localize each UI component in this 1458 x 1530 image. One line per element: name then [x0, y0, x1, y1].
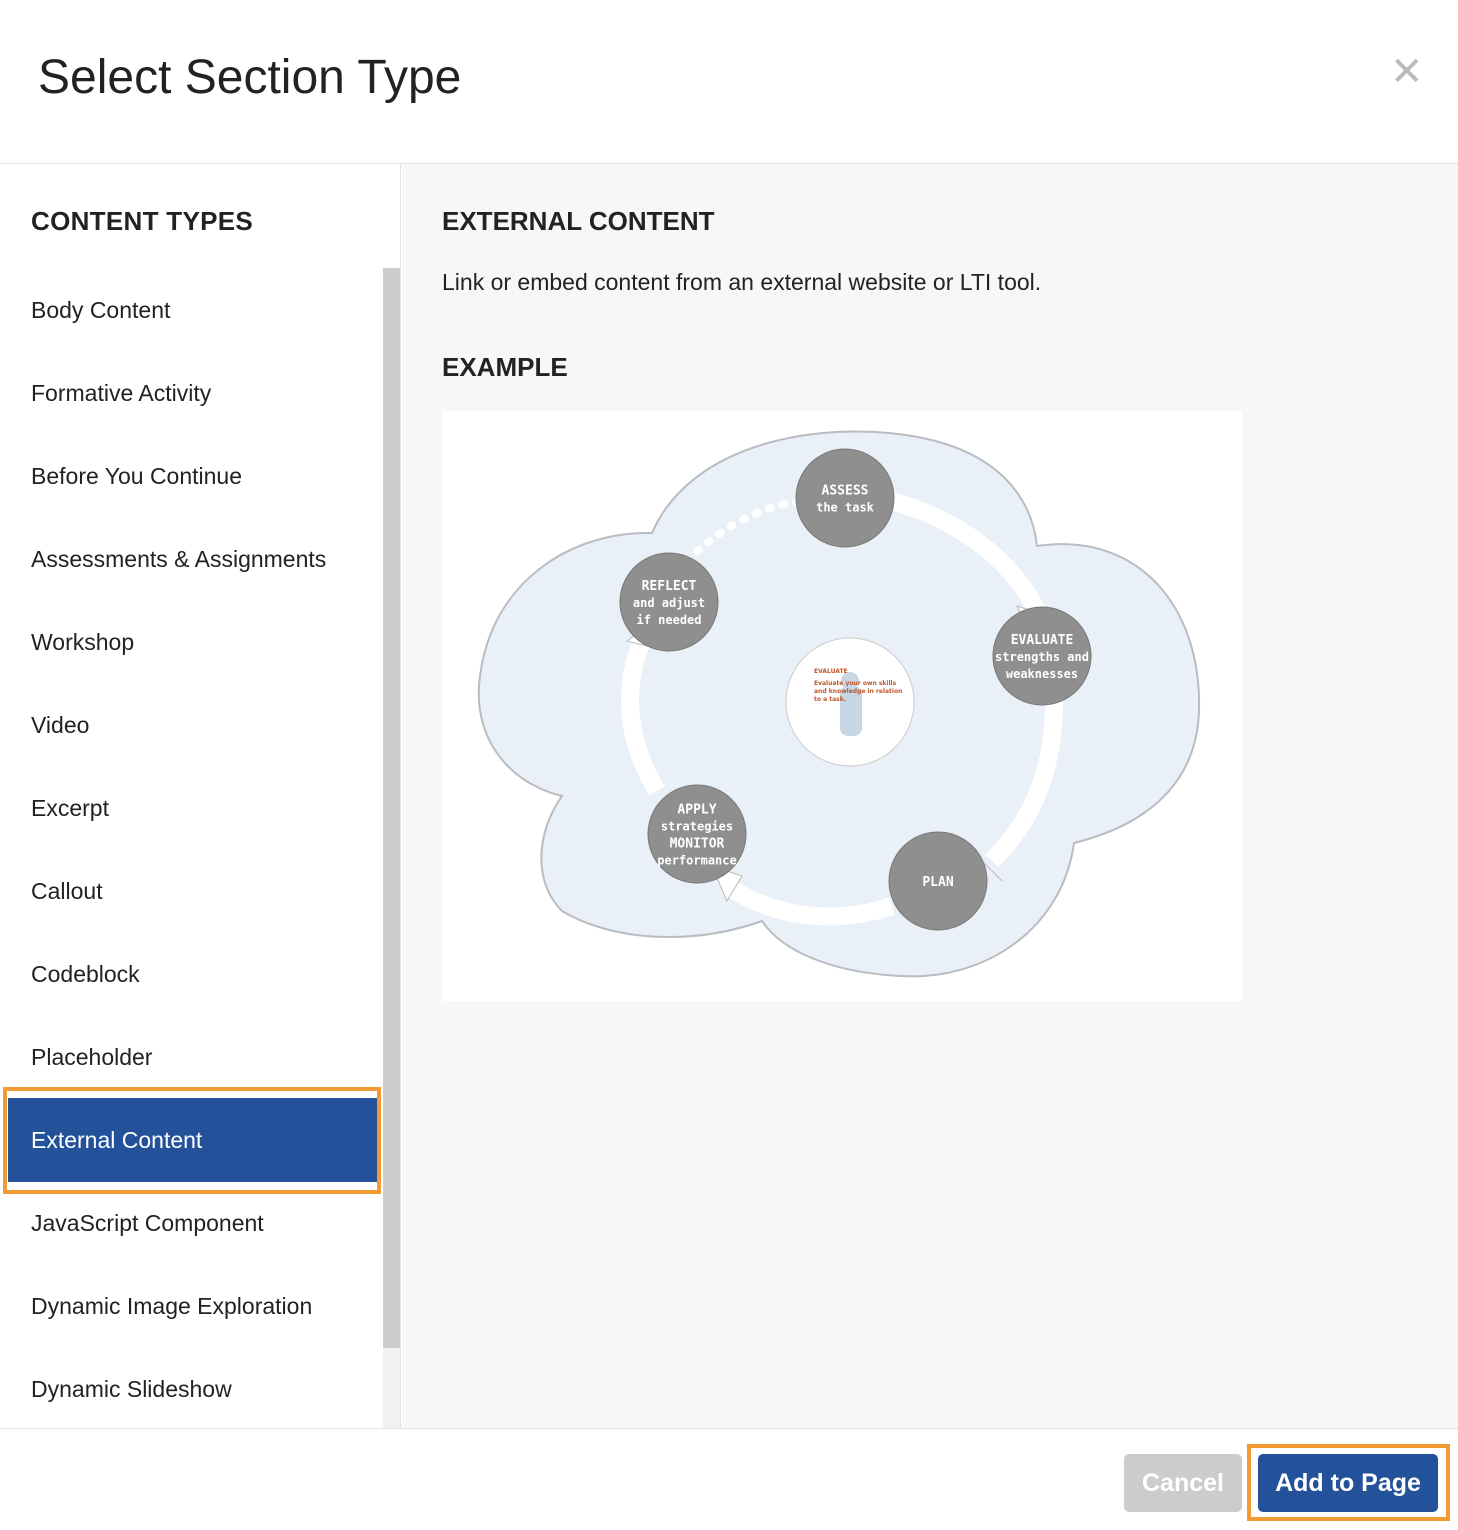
content-type-dynamic-image-exploration[interactable]: Dynamic Image Exploration — [8, 1264, 380, 1348]
content-type-external-content[interactable]: External Content — [8, 1098, 380, 1182]
content-type-video[interactable]: Video — [8, 683, 380, 767]
example-heading: EXAMPLE — [442, 352, 568, 382]
dialog-footer: Cancel Add to Page — [0, 1428, 1458, 1530]
node-label: REFLECT — [642, 579, 697, 594]
content-type-excerpt[interactable]: Excerpt — [8, 766, 380, 850]
node-label: strategies — [661, 820, 733, 834]
content-type-workshop[interactable]: Workshop — [8, 600, 380, 684]
node-label: performance — [657, 854, 736, 868]
example-image: EVALUATE Evaluate your own skills and know… — [442, 411, 1242, 1001]
content-types-panel: CONTENT TYPES Body Content Formative Acti… — [0, 164, 401, 1428]
detail-panel: EXTERNAL CONTENT Link or embed content f… — [402, 164, 1458, 1428]
center-label: EVALUATE — [814, 668, 848, 675]
node-label: strengths and — [995, 650, 1089, 664]
detail-description: Link or embed content from an external w… — [442, 269, 1042, 295]
cancel-button[interactable]: Cancel — [1124, 1454, 1242, 1512]
center-label: to a task. — [814, 696, 846, 703]
content-type-javascript-component[interactable]: JavaScript Component — [8, 1181, 380, 1265]
node-label: and adjust — [633, 596, 705, 610]
add-to-page-button[interactable]: Add to Page — [1258, 1454, 1438, 1512]
content-type-body-content[interactable]: Body Content — [8, 268, 380, 352]
content-types-heading: CONTENT TYPES — [31, 206, 254, 236]
dialog-header: Select Section Type ✕ — [0, 0, 1458, 164]
center-label: Evaluate your own skills — [814, 680, 897, 687]
node-label: ASSESS — [822, 484, 869, 499]
node-label: the task — [816, 501, 875, 515]
content-type-formative-activity[interactable]: Formative Activity — [8, 351, 380, 435]
detail-heading: EXTERNAL CONTENT — [442, 206, 715, 236]
content-type-codeblock[interactable]: Codeblock — [8, 932, 380, 1016]
content-type-placeholder[interactable]: Placeholder — [8, 1015, 380, 1099]
content-type-callout[interactable]: Callout — [8, 849, 380, 933]
node-label: MONITOR — [670, 837, 725, 852]
center-label: and knowledge in relation — [814, 688, 902, 695]
content-type-assessments-assignments[interactable]: Assessments & Assignments — [8, 517, 380, 601]
node-label: APPLY — [677, 803, 716, 818]
node-label: EVALUATE — [1011, 633, 1074, 648]
scrollbar-thumb[interactable] — [383, 268, 400, 1348]
content-type-dynamic-slideshow[interactable]: Dynamic Slideshow — [8, 1347, 380, 1428]
content-type-before-you-continue[interactable]: Before You Continue — [8, 434, 380, 518]
node-label: PLAN — [922, 875, 953, 890]
node-label: weaknesses — [1006, 667, 1078, 681]
dialog-title: Select Section Type — [38, 51, 462, 104]
node-apply — [647, 784, 747, 884]
close-icon[interactable]: ✕ — [1390, 52, 1424, 92]
node-label: if needed — [636, 613, 701, 627]
